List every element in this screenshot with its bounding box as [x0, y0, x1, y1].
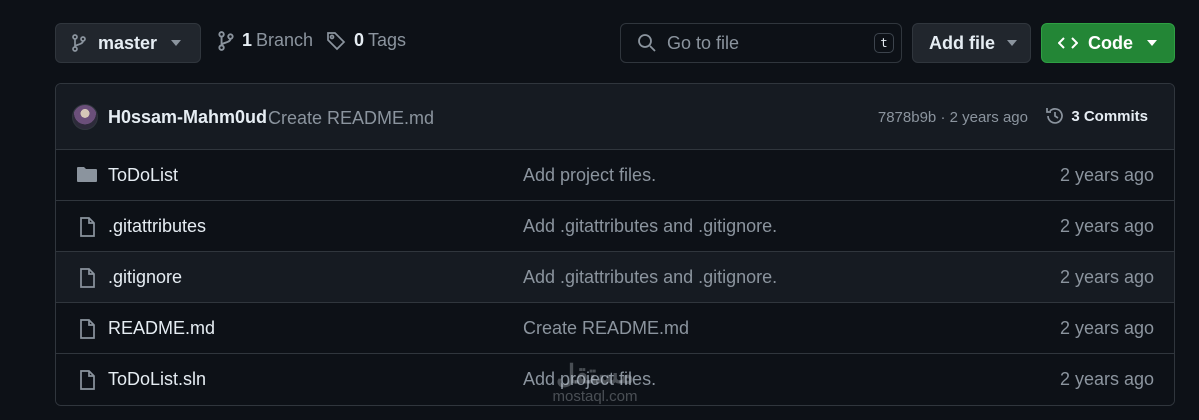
file-date: 2 years ago — [1059, 318, 1154, 338]
file-date: 2 years ago — [1059, 216, 1154, 236]
file-row[interactable]: ToDoList Add project files. 2 years ago — [56, 150, 1174, 201]
commits-count: 3 Commits — [1071, 107, 1148, 125]
file-name[interactable]: ToDoList.sln — [108, 369, 206, 390]
file-date: 2 years ago — [1059, 369, 1154, 389]
code-icon — [1058, 35, 1078, 51]
caret-down-icon — [1007, 40, 1017, 46]
file-row[interactable]: .gitattributes Add .gitattributes and .g… — [56, 201, 1174, 252]
file-name[interactable]: README.md — [108, 318, 215, 339]
file-date: 2 years ago — [1059, 165, 1154, 185]
commit-author[interactable]: H0ssam-Mahm0ud — [108, 107, 267, 128]
file-commit-message[interactable]: Add .gitattributes and .gitignore. — [523, 216, 777, 237]
git-branch-icon — [72, 34, 86, 52]
git-branch-icon — [218, 30, 234, 51]
file-date: 2 years ago — [1059, 267, 1154, 287]
branch-selector-button[interactable]: master — [55, 23, 201, 63]
file-name[interactable]: .gitignore — [108, 267, 182, 288]
file-table: H0ssam-Mahm0ud Create README.md 7878b9b … — [55, 83, 1175, 406]
branches-label: Branch — [256, 30, 314, 50]
file-row[interactable]: README.md Create README.md 2 years ago — [56, 303, 1174, 354]
file-icon — [76, 216, 98, 238]
commits-history-link[interactable]: 3 Commits — [1045, 106, 1148, 126]
file-name[interactable]: ToDoList — [108, 165, 178, 186]
file-icon — [76, 369, 98, 391]
folder-icon — [76, 165, 98, 185]
branch-name: master — [98, 32, 158, 53]
commit-hash-time[interactable]: 7878b9b · 2 years ago — [878, 109, 1028, 126]
tag-icon — [326, 31, 346, 51]
branches-count: 1 — [242, 30, 253, 50]
caret-down-icon — [1147, 40, 1157, 46]
commit-message[interactable]: Create README.md — [268, 108, 434, 129]
latest-commit-bar: H0ssam-Mahm0ud Create README.md 7878b9b … — [56, 84, 1174, 150]
file-row[interactable]: ToDoList.sln Add project files. 2 years … — [56, 354, 1174, 405]
search-icon — [637, 33, 657, 53]
search-placeholder: Go to file — [667, 32, 740, 53]
file-icon — [76, 318, 98, 340]
file-commit-message[interactable]: Add .gitattributes and .gitignore. — [523, 267, 777, 288]
tags-link[interactable]: 0 Tags — [326, 30, 406, 51]
file-commit-message[interactable]: Add project files. — [523, 369, 656, 390]
history-icon — [1045, 106, 1065, 126]
file-commit-message[interactable]: Add project files. — [523, 165, 656, 186]
branches-link[interactable]: 1 Branch — [218, 30, 313, 51]
tags-label: Tags — [368, 30, 407, 50]
avatar[interactable] — [72, 104, 98, 130]
code-button[interactable]: Code — [1041, 23, 1175, 63]
keyboard-shortcut-hint: t — [874, 33, 894, 53]
tags-count: 0 — [354, 30, 365, 50]
file-icon — [76, 267, 98, 289]
go-to-file-search[interactable]: Go to file t — [620, 23, 902, 63]
caret-down-icon — [171, 40, 182, 46]
code-label: Code — [1088, 32, 1133, 53]
add-file-button[interactable]: Add file — [912, 23, 1031, 63]
add-file-label: Add file — [929, 32, 995, 53]
file-commit-message[interactable]: Create README.md — [523, 318, 689, 339]
file-name[interactable]: .gitattributes — [108, 216, 206, 237]
file-row[interactable]: .gitignore Add .gitattributes and .gitig… — [56, 252, 1174, 303]
